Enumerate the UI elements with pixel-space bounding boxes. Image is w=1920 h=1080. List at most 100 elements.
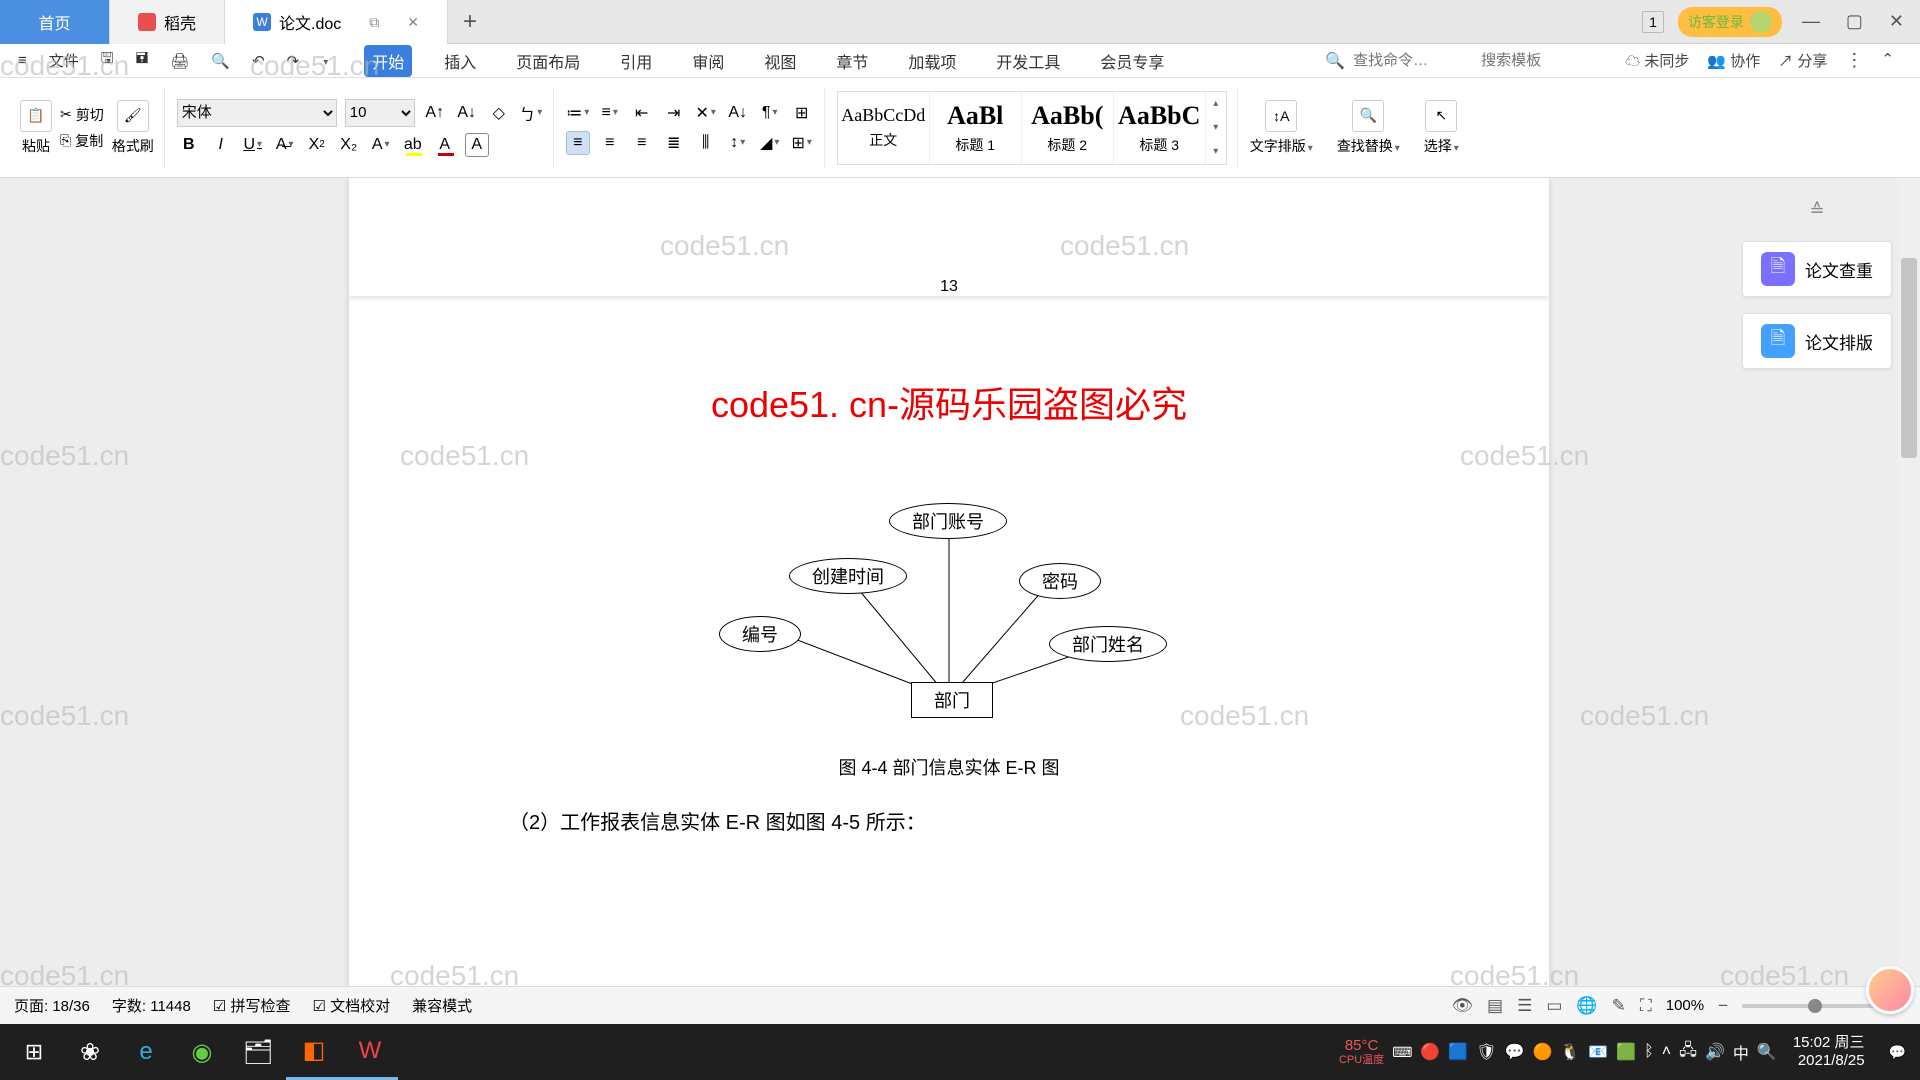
tray-icon[interactable]: 🛡 (1476, 1042, 1496, 1062)
style-body[interactable]: AaBbCcDd正文 (838, 92, 930, 164)
guest-login-button[interactable]: 访客登录 (1678, 7, 1782, 37)
superscript-button[interactable]: X2 (305, 133, 329, 157)
decrease-indent-icon[interactable]: ⇤ (630, 101, 654, 125)
tray-icon[interactable]: 🔴 (1420, 1042, 1440, 1062)
highlight-button[interactable]: ab (401, 133, 425, 157)
undo-icon[interactable]: ↶ (246, 50, 271, 72)
tab-home[interactable]: 首页 (0, 0, 110, 44)
sync-status[interactable]: ☁ 未同步 (1625, 50, 1689, 71)
style-h3[interactable]: AaBbC标题 3 (1114, 92, 1206, 164)
taskbar-ie[interactable]: e (118, 1024, 174, 1080)
more-icon[interactable]: ⋮ (1845, 50, 1863, 71)
style-h1[interactable]: AaBl标题 1 (930, 92, 1022, 164)
tab-docer[interactable]: 稻壳 (110, 0, 225, 44)
menu-view[interactable]: 视图 (756, 45, 804, 77)
increase-indent-icon[interactable]: ⇥ (662, 101, 686, 125)
status-spellcheck[interactable]: ☑ 拼写检查 (213, 995, 291, 1016)
tray-network-icon[interactable]: 🖧 (1679, 1039, 1697, 1066)
align-left-button[interactable]: ≡ (566, 131, 590, 155)
menu-insert[interactable]: 插入 (436, 45, 484, 77)
fit-icon[interactable]: ⛶ (1640, 996, 1652, 1016)
find-replace-button[interactable]: 🔍查找替换 (1337, 100, 1400, 156)
read-view-icon[interactable]: ▭ (1546, 996, 1562, 1016)
file-menu[interactable]: 文件 (43, 48, 85, 73)
cut-button[interactable]: ✂ 剪切 (60, 105, 104, 125)
menu-section[interactable]: 章节 (828, 45, 876, 77)
qat-dropdown[interactable] (315, 50, 334, 71)
cpu-temp[interactable]: 85°CCPU温度 (1339, 1038, 1384, 1067)
save-icon[interactable]: 🖫 (95, 46, 120, 75)
print-icon[interactable]: 🖨 (164, 50, 195, 72)
tray-bluetooth-icon[interactable]: ᛒ (1644, 1043, 1654, 1061)
page-view-icon[interactable]: ▤ (1487, 996, 1503, 1016)
share-button[interactable]: ↗ 分享 (1778, 50, 1827, 71)
borders-icon[interactable]: ⊞ (790, 131, 814, 155)
window-count-badge[interactable]: 1 (1642, 11, 1664, 33)
bullets-icon[interactable]: ≔ (566, 101, 590, 125)
align-right-button[interactable]: ≡ (630, 131, 654, 155)
zoom-thumb[interactable] (1808, 999, 1822, 1013)
taskbar-obs[interactable]: ❀ (62, 1024, 118, 1080)
distribute-button[interactable]: ⫼ (694, 131, 718, 155)
layout-button[interactable]: 🗎论文排版 (1742, 313, 1892, 369)
asian-layout-icon[interactable]: ✕ (694, 101, 718, 125)
scroll-thumb[interactable] (1901, 258, 1917, 458)
align-center-button[interactable]: ≡ (598, 131, 622, 155)
edit-icon[interactable]: ✎ (1612, 996, 1626, 1016)
tray-volume-icon[interactable]: 🔊 (1705, 1042, 1725, 1062)
line-spacing-icon[interactable]: ↕ (726, 131, 750, 155)
tray-chevron-up-icon[interactable]: ˄ (1662, 1043, 1671, 1061)
outline-view-icon[interactable]: ☰ (1517, 996, 1532, 1016)
tray-search-icon[interactable]: 🔍 (1757, 1042, 1777, 1062)
tray-icon[interactable]: 📧 (1588, 1042, 1608, 1062)
tray-icon[interactable]: 🟩 (1616, 1042, 1636, 1062)
menu-start[interactable]: 开始 (364, 45, 412, 77)
font-size-select[interactable]: 10 (345, 99, 415, 127)
tab-stops-icon[interactable]: ⊞ (790, 101, 814, 125)
print-preview-icon[interactable]: 🔍 (205, 50, 236, 72)
copy-button[interactable]: ⎘ 复制 (60, 131, 104, 151)
taskbar-explorer[interactable]: 🗂 (230, 1024, 286, 1080)
font-family-select[interactable]: 宋体 (177, 99, 337, 127)
tray-keyboard-icon[interactable]: ⌨ (1392, 1044, 1412, 1061)
tray-icon[interactable]: 🟠 (1532, 1042, 1552, 1062)
collapse-ribbon-icon[interactable]: ⌃ (1881, 50, 1894, 71)
menu-review[interactable]: 审阅 (684, 45, 732, 77)
menu-addin[interactable]: 加载项 (900, 45, 964, 77)
hamburger-icon[interactable]: ≡ (12, 50, 33, 71)
style-h2[interactable]: AaBb(标题 2 (1022, 92, 1114, 164)
web-view-icon[interactable]: 🌐 (1576, 996, 1597, 1016)
italic-button[interactable]: I (209, 133, 233, 157)
numbering-icon[interactable]: ≡ (598, 101, 622, 125)
paste-button[interactable]: 📋粘贴 (20, 100, 52, 156)
status-words[interactable]: 字数: 11448 (112, 995, 191, 1016)
shrink-font-icon[interactable]: A↓ (455, 101, 479, 125)
search-command-input[interactable] (1353, 52, 1473, 69)
plagiarism-check-button[interactable]: 🗎论文查重 (1742, 241, 1892, 297)
styles-gallery[interactable]: AaBbCcDd正文 AaBl标题 1 AaBb(标题 2 AaBbC标题 3 … (837, 91, 1227, 165)
menu-pagelayout[interactable]: 页面布局 (508, 45, 588, 77)
grow-font-icon[interactable]: A↑ (423, 101, 447, 125)
collab-button[interactable]: 👥 协作 (1707, 50, 1760, 71)
underline-button[interactable]: U (241, 133, 265, 157)
zoom-value[interactable]: 100% (1666, 997, 1704, 1014)
phonetic-icon[interactable]: ㄅ (519, 101, 543, 125)
search-template-input[interactable] (1481, 52, 1601, 69)
sort-icon[interactable]: A↓ (726, 101, 750, 125)
tab-close-icon[interactable]: ✕ (407, 14, 419, 31)
taskbar-wps[interactable]: W (342, 1024, 398, 1080)
justify-button[interactable]: ≣ (662, 131, 686, 155)
tab-document[interactable]: W 论文.doc ⧉ ✕ (225, 0, 448, 44)
paragraph-mark-icon[interactable]: ¶ (758, 101, 782, 125)
zoom-out-button[interactable]: − (1718, 996, 1728, 1016)
vertical-scrollbar[interactable] (1898, 178, 1920, 1038)
tray-icon[interactable]: 💬 (1505, 1042, 1525, 1062)
zoom-slider[interactable] (1742, 1004, 1882, 1008)
bold-button[interactable]: B (177, 133, 201, 157)
char-border-icon[interactable]: A (465, 133, 489, 157)
tab-window-icon[interactable]: ⧉ (369, 14, 379, 31)
clear-format-icon[interactable]: ◇ (487, 101, 511, 125)
shading-icon[interactable]: ◢ (758, 131, 782, 155)
start-button[interactable]: ⊞ (6, 1024, 62, 1080)
save-as-icon[interactable]: 🖬 (130, 46, 155, 75)
